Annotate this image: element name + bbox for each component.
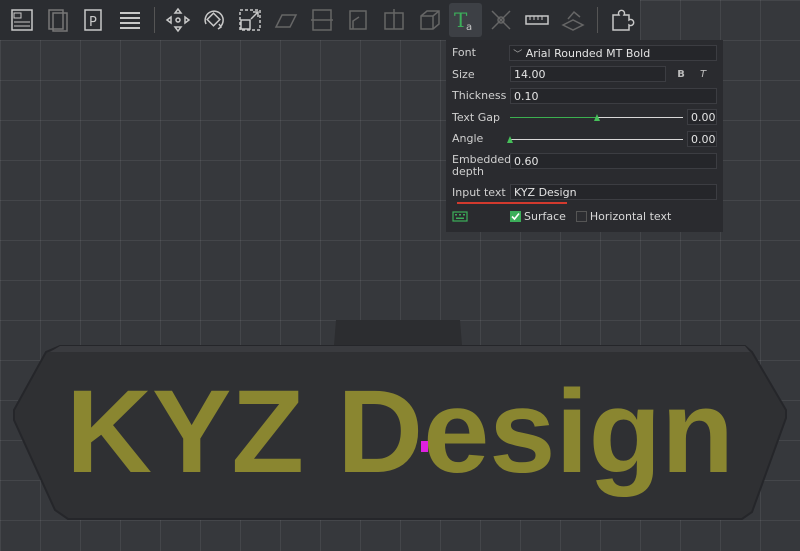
angle-input[interactable]: 0.00 [687,130,717,147]
support-icon [349,10,367,30]
support-button[interactable] [341,3,375,37]
angle-row: Angle 0.00 [452,128,717,150]
input-text-field[interactable]: KYZ Design [510,184,717,201]
text-tool-button[interactable]: Ta [448,3,483,37]
rotate-icon [204,10,225,30]
flatten-icon [274,14,298,28]
assembly-button[interactable] [556,3,590,37]
layout-icon [11,9,33,31]
text-gap-row: Text Gap 0.00 [452,107,717,129]
model-text[interactable]: KYZ Design [66,366,734,498]
keyboard-icon[interactable] [452,210,504,222]
move-button[interactable] [162,3,196,37]
thickness-label: Thickness [452,89,507,103]
horizontal-text-label: Horizontal text [589,209,672,223]
font-label: Font [452,46,476,60]
parking-icon: P [83,9,102,31]
pages-button[interactable] [41,3,75,37]
options-row: Surface Horizontal text [452,203,717,229]
cut-icon [310,9,333,31]
measure-icon [491,10,511,30]
embedded-depth-input[interactable]: 0.60 [510,152,717,169]
slider-thumb[interactable] [507,135,513,143]
size-row: Size 14.00 B T [452,64,717,86]
text-tool-icon: Ta [454,8,472,33]
toolbar-separator [153,7,155,33]
text-gap-slider[interactable] [510,109,683,125]
italic-button[interactable]: T [696,69,710,80]
toolbar-separator [597,7,598,33]
checkmark-icon [511,212,520,220]
move-icon [166,7,191,33]
cube-icon [419,10,440,30]
puzzle-button[interactable] [605,3,639,37]
size-label: Size [452,67,475,81]
text-gap-label: Text Gap [452,110,500,124]
svg-text:P: P [89,15,97,30]
font-select[interactable]: ﹀ Arial Rounded MT Bold [509,44,717,61]
slider-track [510,138,683,140]
embedded-depth-row: Embedded depth 0.60 [452,150,717,182]
text-cursor [421,441,428,452]
ruler-icon [525,15,549,25]
font-select-value: Arial Rounded MT Bold [525,46,651,60]
input-text-label: Input text [452,185,506,199]
thickness-input[interactable]: 0.10 [510,87,717,104]
text-properties-panel: Font ﹀ Arial Rounded MT Bold Size 14.00 … [446,40,723,232]
slider-thumb[interactable] [593,114,600,122]
seam-icon [383,9,404,30]
list-button[interactable] [113,3,147,37]
input-text-row: Input text KYZ Design [452,182,717,204]
assembly-icon [561,10,585,31]
seam-button[interactable] [377,3,411,37]
chevron-down-icon: ﹀ [513,49,523,60]
cube-button[interactable] [413,3,447,37]
svg-text:a: a [466,22,472,33]
surface-label: Surface [524,209,566,223]
puzzle-icon [612,9,635,31]
parking-button[interactable]: P [77,3,111,37]
angle-slider[interactable] [507,131,683,147]
surface-checkbox[interactable] [510,210,521,222]
bold-button[interactable]: B [674,69,688,80]
size-input[interactable]: 14.00 [510,66,666,83]
layout-button[interactable] [5,3,39,37]
slider-fill [510,117,597,119]
model-plate-top-face [50,346,750,352]
horizontal-text-checkbox[interactable] [575,210,587,222]
measure-button[interactable] [484,3,518,37]
embedded-depth-label: Embedded depth [452,152,512,178]
cut-button[interactable] [305,3,339,37]
pages-icon [48,9,68,32]
scale-icon [239,9,261,31]
list-icon [119,12,140,29]
rotate-button[interactable] [197,3,231,37]
model-plate [13,345,787,520]
text-gap-input[interactable]: 0.00 [687,109,717,126]
font-row: Font ﹀ Arial Rounded MT Bold [452,42,717,64]
angle-label: Angle [452,132,484,146]
model-tab [334,320,462,345]
ruler-button[interactable] [520,3,554,37]
main-toolbar: P Ta [0,0,640,40]
thickness-row: Thickness 0.10 [452,85,717,107]
scale-button[interactable] [233,3,267,37]
flatten-button[interactable] [269,3,303,37]
